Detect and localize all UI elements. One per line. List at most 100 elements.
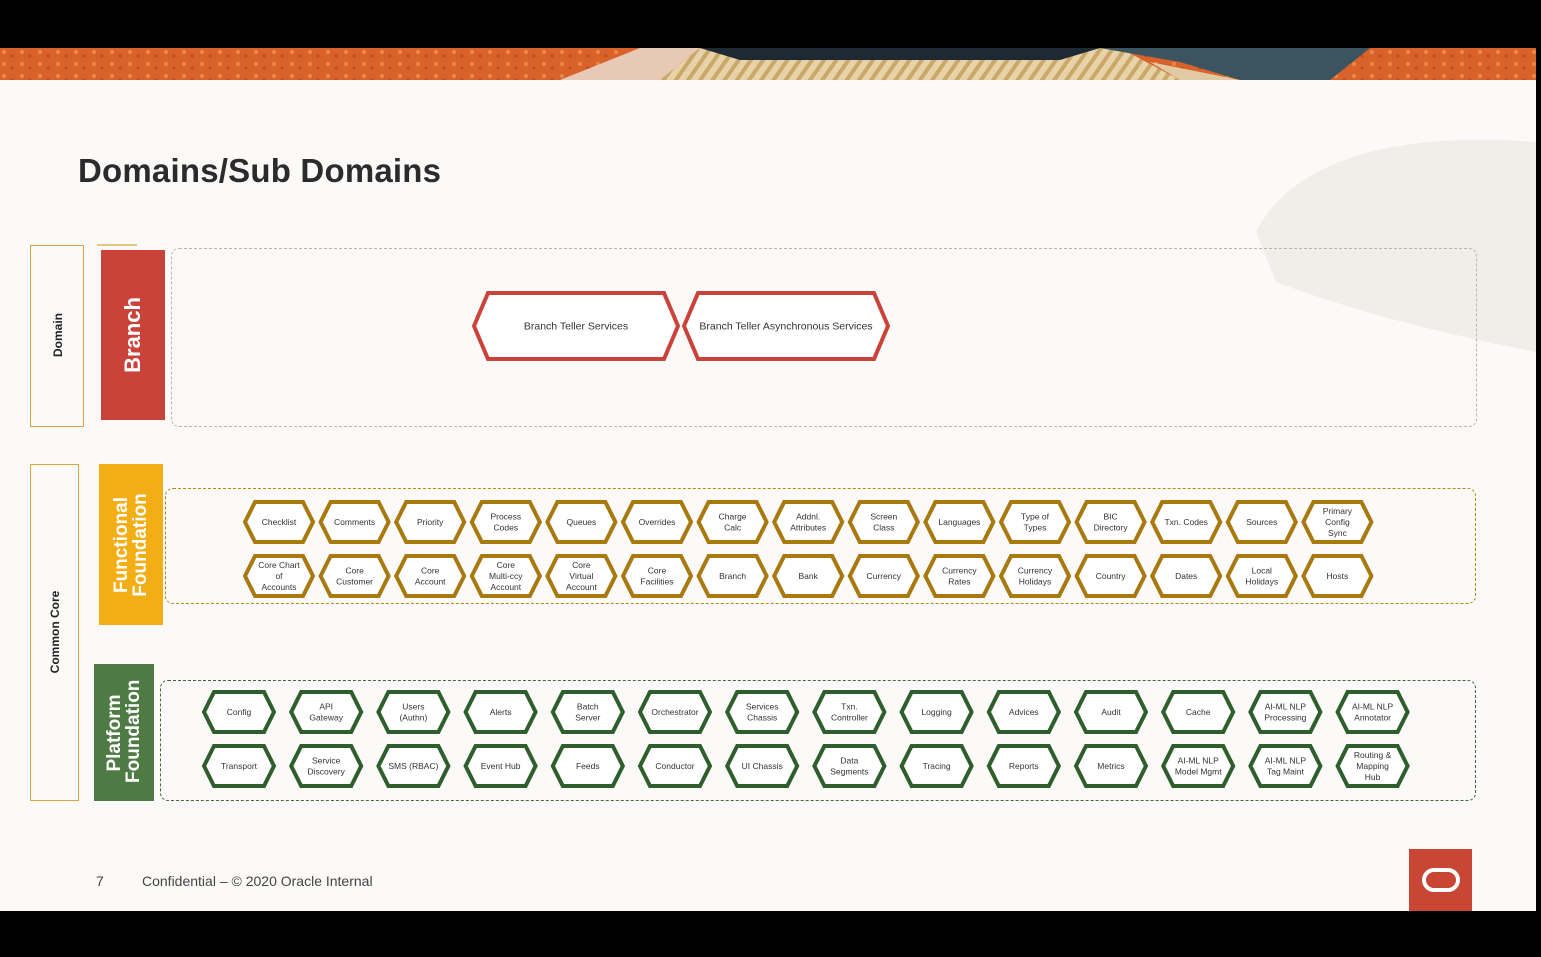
subdomain-platform-event-hub: Event Hub (463, 744, 538, 788)
subdomain-label: Tracing (923, 761, 951, 771)
subdomain-functional-addnl-attributes: Addnl. Attributes (771, 500, 845, 544)
subdomain-label: UI Chassis (742, 761, 783, 771)
subdomain-functional-currency: Currency (847, 554, 921, 598)
subdomain-functional-checklist: Checklist (242, 500, 316, 544)
subdomain-label: Service Discovery (308, 755, 346, 776)
subdomain-platform-metrics: Metrics (1073, 744, 1149, 788)
subdomain-platform-tracing: Tracing (899, 744, 974, 788)
subdomain-platform-data-segments: Data Segments (812, 744, 887, 788)
subdomain-functional-priority: Priority (393, 500, 467, 544)
subdomain-functional-branch: Branch (696, 554, 769, 598)
subdomain-branch-branch-teller-services: Branch Teller Services (471, 291, 681, 361)
subdomain-label: Services Chassis (746, 701, 779, 722)
subdomain-functional-currency-holidays: Currency Holidays (998, 554, 1072, 598)
subdomain-label: Currency (867, 571, 902, 581)
subdomain-functional-process-codes: Process Codes (469, 500, 543, 544)
subdomain-functional-type-of-types: Type of Types (998, 500, 1072, 544)
slide: Domains/Sub Domains Domain Common Core B… (0, 48, 1536, 911)
subdomain-platform-ui-chassis: UI Chassis (724, 744, 800, 788)
subdomain-label: AI-ML NLP Annotator (1352, 701, 1394, 722)
subdomain-platform-feeds: Feeds (550, 744, 626, 788)
subdomain-platform-ai-ml-nlp-annotator: AI-ML NLP Annotator (1335, 690, 1410, 734)
subdomain-platform-service-discovery: Service Discovery (288, 744, 364, 788)
subdomain-platform-txn-controller: Txn. Controller (812, 690, 887, 734)
subdomain-label: SMS (RBAC) (388, 761, 438, 771)
subdomain-platform-ai-ml-nlp-model-mgmt: AI-ML NLP Model Mgmt (1160, 744, 1236, 788)
subdomain-label: Checklist (262, 517, 297, 527)
subdomain-functional-overrides: Overrides (620, 500, 694, 544)
subdomain-platform-audit: Audit (1073, 690, 1149, 734)
subdomain-label: Transport (221, 761, 258, 771)
subdomain-functional-sources: Sources (1225, 500, 1299, 544)
subdomain-label: Feeds (576, 761, 600, 771)
subdomain-platform-conductor: Conductor (637, 744, 713, 788)
subdomain-label: Logging (921, 707, 952, 717)
subdomain-label: Type of Types (1021, 511, 1050, 532)
subdomain-platform-alerts: Alerts (463, 690, 538, 734)
subdomain-platform-advices: Advices (986, 690, 1062, 734)
subdomain-label: Branch Teller Services (524, 321, 628, 333)
subdomain-functional-bank: Bank (771, 554, 845, 598)
subdomain-platform-users-authn: Users (Authn) (376, 690, 451, 734)
subdomain-label: Queues (567, 517, 597, 527)
subdomain-platform-cache: Cache (1160, 690, 1236, 734)
subdomain-platform-logging: Logging (899, 690, 974, 734)
subdomain-label: AI-ML NLP Tag Maint (1265, 755, 1307, 776)
subdomain-label: Event Hub (481, 761, 521, 771)
subdomain-label: Branch (719, 571, 746, 581)
subdomain-platform-sms-rbac: SMS (RBAC) (376, 744, 451, 788)
subdomain-hexagons: Branch Teller Services Branch Teller Asyn… (201, 291, 1410, 788)
subdomain-label: Process Codes (490, 511, 521, 532)
subdomain-label: Config (227, 707, 252, 717)
subdomain-functional-dates: Dates (1149, 554, 1223, 598)
subdomain-functional-core-customer: Core Customer (318, 554, 391, 598)
subdomain-label: Advices (1009, 707, 1039, 717)
subdomain-functional-core-account: Core Account (393, 554, 467, 598)
subdomain-platform-batch-server: Batch Server (550, 690, 626, 734)
subdomain-label: Bank (799, 571, 819, 581)
subdomain-label: Comments (334, 517, 375, 527)
subdomain-label: Reports (1009, 761, 1039, 771)
subdomain-platform-transport: Transport (201, 744, 277, 788)
subdomain-branch-branch-teller-asynchronous-services: Branch Teller Asynchronous Services (681, 291, 891, 361)
subdomain-functional-bic-directory: BIC Directory (1074, 500, 1147, 544)
subdomain-label: Alerts (490, 707, 512, 717)
subdomain-functional-queues: Queues (545, 500, 618, 544)
oracle-logo-icon (1421, 868, 1460, 892)
subdomain-platform-services-chassis: Services Chassis (724, 690, 800, 734)
subdomain-functional-screen-class: Screen Class (847, 500, 921, 544)
subdomain-label: Audit (1101, 707, 1121, 717)
subdomain-label: AI-ML NLP Processing (1264, 701, 1306, 722)
subdomain-label: Overrides (639, 517, 676, 527)
subdomain-platform-routing-mapping-hub: Routing & Mapping Hub (1335, 744, 1410, 788)
subdomain-label: Metrics (1097, 761, 1124, 771)
subdomain-functional-core-virtual-account: Core Virtual Account (545, 554, 618, 598)
subdomain-platform-api-gateway: API Gateway (288, 690, 364, 734)
subdomain-label: Priority (417, 517, 444, 527)
subdomain-label: Cache (1186, 707, 1211, 717)
subdomain-platform-reports: Reports (986, 744, 1062, 788)
subdomain-platform-ai-ml-nlp-tag-maint: AI-ML NLP Tag Maint (1248, 744, 1323, 788)
subdomain-functional-hosts: Hosts (1301, 554, 1374, 598)
subdomain-label: Conductor (655, 761, 694, 771)
subdomain-functional-country: Country (1074, 554, 1147, 598)
subdomain-functional-charge-calc: Charge Calc (696, 500, 769, 544)
subdomain-label: AI-ML NLP Model Mgmt (1175, 755, 1222, 776)
subdomain-label: Screen Class (870, 511, 897, 532)
subdomain-label: Users (Authn) (399, 701, 427, 722)
subdomain-label: Dates (1175, 571, 1197, 581)
subdomain-platform-ai-ml-nlp-processing: AI-ML NLP Processing (1248, 690, 1323, 734)
subdomain-functional-primary-config-sync: Primary Config Sync (1301, 500, 1374, 544)
subdomain-label: Hosts (1327, 571, 1349, 581)
subdomain-label: Branch Teller Asynchronous Services (699, 321, 872, 333)
subdomain-label: Orchestrator (651, 707, 698, 717)
subdomain-label: Currency Holidays (1018, 565, 1053, 586)
subdomain-platform-orchestrator: Orchestrator (637, 690, 713, 734)
subdomain-platform-config: Config (201, 690, 277, 734)
subdomain-functional-local-holidays: Local Holidays (1225, 554, 1299, 598)
subdomain-label: Batch Server (575, 701, 600, 722)
subdomain-functional-txn-codes: Txn. Codes (1149, 500, 1223, 544)
subdomain-label: Languages (938, 517, 980, 527)
subdomain-label: Sources (1246, 517, 1277, 527)
subdomain-functional-core-multi-ccy-account: Core Multi-ccy Account (469, 554, 543, 598)
